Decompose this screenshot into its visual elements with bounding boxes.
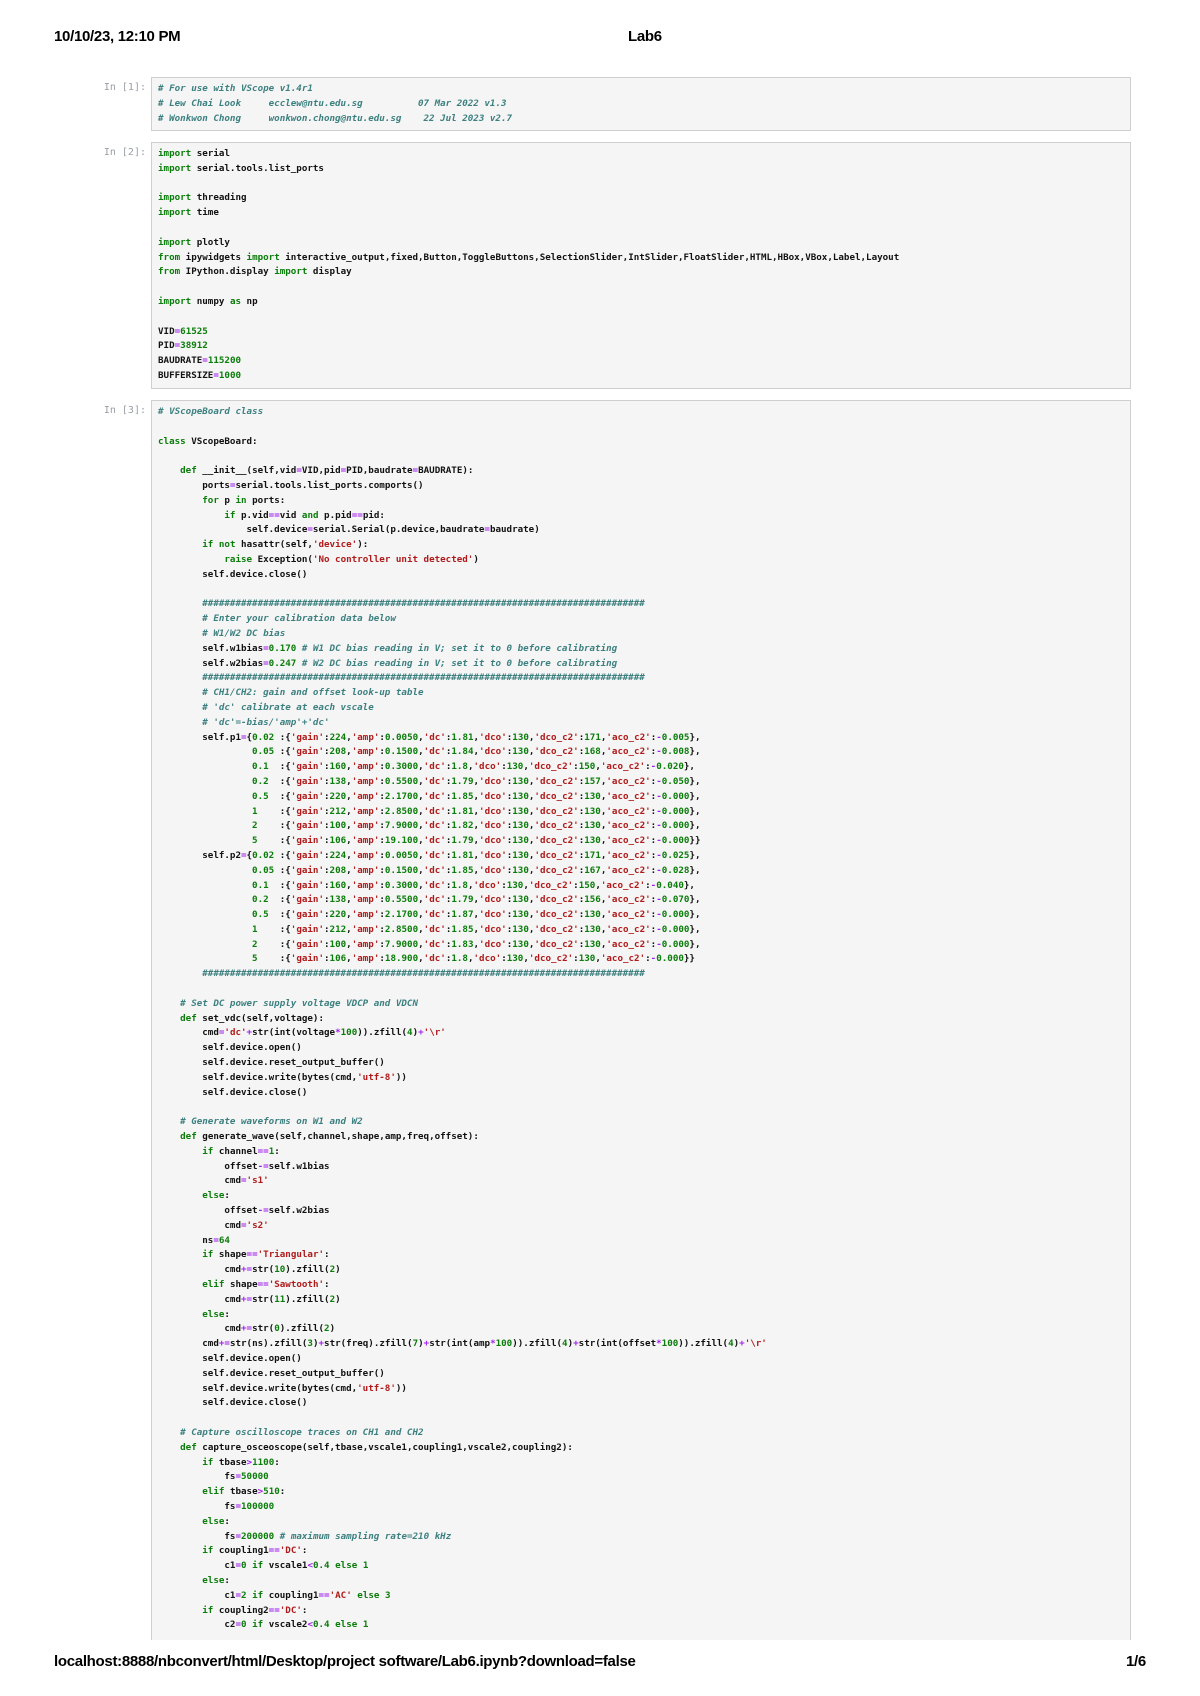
document-title: Lab6 bbox=[628, 28, 662, 45]
footer-url: localhost:8888/nbconvert/html/Desktop/pr… bbox=[54, 1653, 636, 1670]
code-input-area[interactable]: import serial import serial.tools.list_p… bbox=[151, 142, 1131, 389]
page-number: 1/6 bbox=[1126, 1653, 1146, 1670]
cell-prompt: In [1]: bbox=[103, 82, 146, 93]
cell-prompt: In [3]: bbox=[103, 405, 146, 416]
code-input-area[interactable]: # For use with VScope v1.4r1 # Lew Chai … bbox=[151, 77, 1131, 131]
code-text: # For use with VScope v1.4r1 # Lew Chai … bbox=[158, 83, 513, 124]
code-input-area[interactable]: # VScopeBoard class class VScopeBoard: d… bbox=[151, 400, 1131, 1640]
code-text: # VScopeBoard class class VScopeBoard: d… bbox=[158, 406, 767, 1631]
cell-prompt: In [2]: bbox=[103, 147, 146, 158]
print-datetime: 10/10/23, 12:10 PM bbox=[54, 28, 181, 45]
code-text: import serial import serial.tools.list_p… bbox=[158, 148, 900, 381]
